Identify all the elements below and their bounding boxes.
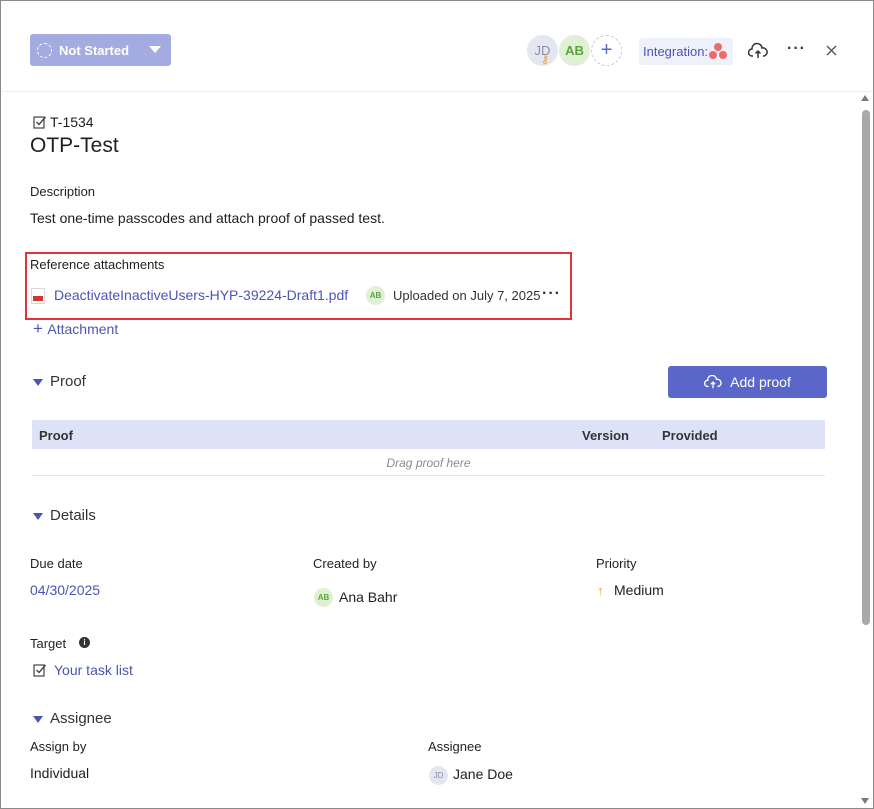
uploaded-date: Uploaded on July 7, 2025 — [393, 288, 541, 303]
cloud-upload-icon[interactable] — [748, 42, 768, 60]
add-attachment-button[interactable]: + Attachment — [33, 319, 118, 339]
close-icon[interactable] — [826, 45, 837, 56]
info-icon[interactable]: i — [79, 637, 90, 648]
integration-label: Integration: — [643, 44, 709, 59]
key-icon: ⚷ — [541, 54, 550, 66]
header-divider — [2, 91, 873, 92]
assignee-name[interactable]: Jane Doe — [453, 766, 513, 782]
drop-zone-text: Drag proof here — [386, 456, 471, 470]
task-list-icon — [33, 664, 47, 677]
created-by-label: Created by — [313, 556, 377, 571]
proof-collapse-icon[interactable] — [33, 379, 43, 386]
priority-value[interactable]: Medium — [614, 582, 664, 598]
assignee-avatar: JD — [429, 766, 448, 785]
avatar-ab[interactable]: AB — [559, 35, 590, 66]
status-dropdown[interactable]: Not Started — [30, 34, 171, 66]
target-link[interactable]: Your task list — [54, 662, 133, 678]
add-user-button[interactable]: + — [591, 35, 622, 66]
proof-drop-zone[interactable]: Drag proof here — [32, 449, 825, 476]
priority-label: Priority — [596, 556, 637, 571]
scroll-up-icon[interactable] — [861, 95, 869, 101]
asana-icon — [709, 43, 727, 59]
pdf-file-icon — [31, 288, 45, 304]
more-icon[interactable]: ··· — [787, 40, 806, 58]
assignee-collapse-icon[interactable] — [33, 716, 43, 723]
assign-by-label: Assign by — [30, 739, 87, 754]
column-version[interactable]: Version — [582, 428, 629, 443]
scrollbar-thumb[interactable] — [862, 110, 870, 625]
task-panel: Not Started JD ⚷ AB + Integration: ··· T… — [0, 0, 874, 809]
target-label: Target — [30, 636, 67, 651]
column-proof[interactable]: Proof — [39, 428, 73, 443]
add-proof-label: Add proof — [730, 374, 791, 390]
assign-by-value[interactable]: Individual — [30, 765, 89, 781]
proof-section-title[interactable]: Proof — [50, 373, 86, 390]
created-by-value: Ana Bahr — [339, 589, 398, 605]
plus-icon: + — [33, 319, 43, 338]
proof-table-header: Proof Version Provided — [32, 420, 825, 449]
status-label: Not Started — [59, 42, 130, 58]
due-date-value[interactable]: 04/30/2025 — [30, 582, 100, 598]
creator-avatar: AB — [314, 588, 333, 607]
cloud-upload-icon — [704, 374, 722, 388]
description-label: Description — [30, 184, 96, 199]
attachments-label: Reference attachments — [30, 257, 165, 272]
uploader-avatar: AB — [366, 286, 385, 305]
status-circle-icon — [37, 42, 52, 58]
priority-arrow-icon: ↑ — [597, 583, 604, 598]
assignee-label: Assignee — [428, 739, 482, 754]
due-date-label: Due date — [30, 556, 83, 571]
attachment-more-icon[interactable]: ··· — [542, 285, 561, 303]
plus-icon: + — [600, 39, 613, 61]
chevron-down-icon[interactable] — [149, 46, 161, 53]
page-title: OTP-Test — [30, 134, 119, 157]
description-text: Test one-time passcodes and attach proof… — [30, 210, 385, 226]
add-attachment-label: Attachment — [47, 321, 119, 337]
details-section-title[interactable]: Details — [50, 507, 96, 524]
task-check-icon — [33, 116, 47, 129]
attachment-file-link[interactable]: DeactivateInactiveUsers-HYP-39224-Draft1… — [54, 287, 348, 303]
details-collapse-icon[interactable] — [33, 513, 43, 520]
column-provided[interactable]: Provided — [662, 428, 718, 443]
scroll-down-icon[interactable] — [861, 798, 869, 804]
assignee-section-title[interactable]: Assignee — [50, 710, 112, 727]
task-id: T-1534 — [50, 114, 94, 130]
add-proof-button[interactable]: Add proof — [668, 366, 827, 398]
integration-button[interactable]: Integration: — [639, 38, 733, 65]
